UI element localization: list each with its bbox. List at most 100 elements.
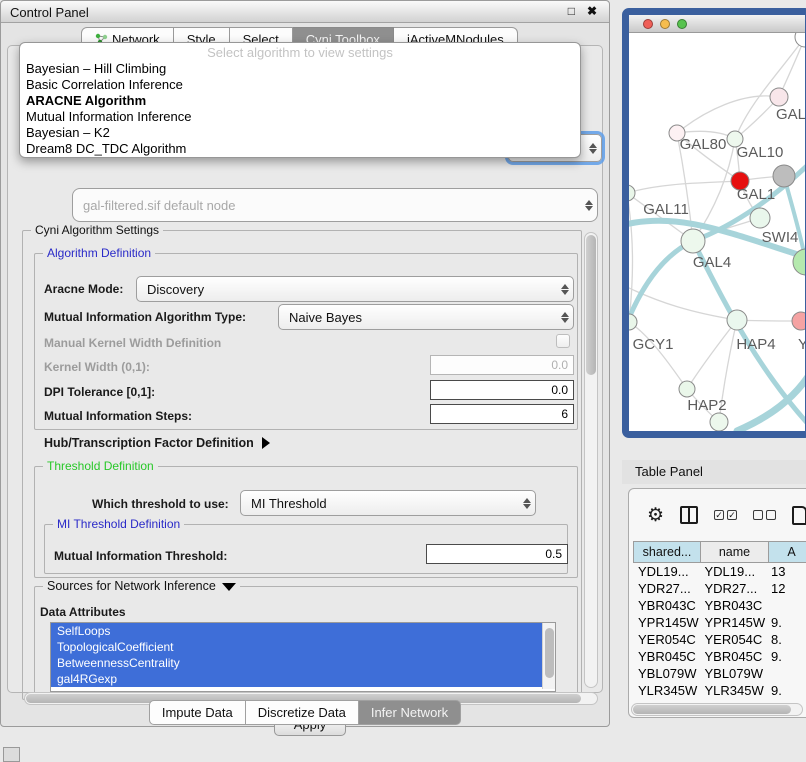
- table-row[interactable]: YDR27...YDR27...12: [633, 580, 806, 597]
- settings-vertical-scrollbar[interactable]: [584, 232, 598, 688]
- algorithm-option-aracne-algorithm[interactable]: ARACNE Algorithm: [20, 93, 580, 109]
- which-threshold-combobox[interactable]: MI Threshold: [240, 490, 536, 516]
- deselect-all-checkboxes-icon[interactable]: [753, 510, 776, 520]
- network-view-window: GALGAL80GAL10GAL1GAL11SWI4GAL4GCY1HAP4YH…: [622, 8, 806, 438]
- control-panel-titlebar: Control Panel □ ✖: [1, 1, 609, 23]
- table-header-row: shared...nameA: [633, 541, 806, 563]
- mi-steps-input[interactable]: [430, 404, 574, 424]
- node-label: GAL1: [737, 186, 775, 203]
- table-row[interactable]: YBL079WYBL079W: [633, 665, 806, 682]
- mi-threshold-definition-title: MI Threshold Definition: [53, 517, 184, 531]
- kernel-width-input[interactable]: [430, 355, 574, 375]
- aracne-mode-value: Discovery: [137, 282, 557, 297]
- algorithm-placeholder: Select algorithm to view settings: [20, 45, 580, 61]
- aracne-mode-label: Aracne Mode:: [44, 282, 123, 296]
- attribute-item-selfloops[interactable]: SelfLoops: [51, 623, 555, 639]
- algorithm-option-dream8-dc-tdc-algorithm[interactable]: Dream8 DC_TDC Algorithm: [20, 141, 580, 157]
- table-cell: 9.: [766, 682, 806, 699]
- dpi-tolerance-input[interactable]: [430, 380, 574, 400]
- mi-algorithm-type-combobox[interactable]: Naive Bayes: [278, 304, 574, 330]
- kernel-width-label: Kernel Width (0,1):: [44, 360, 150, 374]
- table-toolbar: ⚙ ✓✓: [629, 499, 806, 531]
- algorithm-option-basic-correlation-inference[interactable]: Basic Correlation Inference: [20, 77, 580, 93]
- bottom-tab-infer-network[interactable]: Infer Network: [359, 700, 461, 725]
- stepper-icon: [557, 305, 573, 329]
- sources-toggle[interactable]: Sources for Network Inference: [43, 579, 240, 593]
- bottom-tab-discretize-data[interactable]: Discretize Data: [246, 700, 359, 725]
- table-row[interactable]: YBR045CYBR045C9.: [633, 648, 806, 665]
- table-row[interactable]: YPR145WYPR145W9.: [633, 614, 806, 631]
- table-row[interactable]: YBR043CYBR043C: [633, 597, 806, 614]
- algorithm-option-bayesian-k2[interactable]: Bayesian – K2: [20, 125, 580, 141]
- network-node[interactable]: [795, 33, 805, 47]
- select-all-checkboxes-icon[interactable]: ✓✓: [714, 510, 737, 520]
- table-row[interactable]: YER054CYER054C8.: [633, 631, 806, 648]
- algorithm-option-bayesian-hill-climbing[interactable]: Bayesian – Hill Climbing: [20, 61, 580, 77]
- network-selection-combobox[interactable]: gal-filtered.sif default node: [72, 188, 598, 222]
- attribute-item-gal4rgexp[interactable]: gal4RGexp: [51, 671, 555, 687]
- attribute-item-topologicalcoefficient[interactable]: TopologicalCoefficient: [51, 639, 555, 655]
- gear-icon[interactable]: ⚙: [647, 506, 664, 525]
- column-header-name[interactable]: name: [701, 541, 769, 563]
- table-horizontal-scrollbar[interactable]: [631, 703, 803, 716]
- screen: Control Panel □ ✖ NetworkStyleSelectCyni…: [0, 0, 806, 762]
- list-scrollbar[interactable]: [542, 623, 555, 689]
- table-cell: YBR045C: [699, 648, 765, 665]
- float-window-icon[interactable]: □: [568, 4, 575, 18]
- algorithm-options-list: Bayesian – Hill ClimbingBasic Correlatio…: [20, 61, 580, 157]
- network-edge: [735, 37, 805, 139]
- hub-definition-toggle[interactable]: Hub/Transcription Factor Definition: [44, 436, 270, 450]
- control-panel-title: Control Panel: [10, 5, 89, 20]
- data-attributes-list[interactable]: SelfLoopsTopologicalCoefficientBetweenne…: [50, 622, 556, 692]
- expand-arrow-icon[interactable]: [262, 437, 270, 449]
- table-cell: YBL079W: [633, 665, 699, 682]
- table-cell: [766, 665, 806, 682]
- table-cell: YDR27...: [699, 580, 765, 597]
- corner-button[interactable]: [3, 747, 20, 762]
- column-header-shared[interactable]: shared...: [633, 541, 701, 563]
- close-traffic-light-icon[interactable]: [643, 19, 653, 29]
- network-canvas[interactable]: GALGAL80GAL10GAL1GAL11SWI4GAL4GCY1HAP4YH…: [629, 33, 805, 431]
- mi-algorithm-type-label: Mutual Information Algorithm Type:: [44, 310, 246, 324]
- algorithm-definition-title: Algorithm Definition: [43, 246, 155, 260]
- stepper-icon: [557, 277, 573, 301]
- collapse-arrow-icon[interactable]: [222, 583, 236, 591]
- column-header-a[interactable]: A: [769, 541, 806, 563]
- network-node[interactable]: [750, 208, 770, 228]
- manual-kernel-width-label: Manual Kernel Width Definition: [44, 336, 221, 350]
- stepper-icon: [519, 491, 535, 515]
- zoom-traffic-light-icon[interactable]: [677, 19, 687, 29]
- algorithm-option-mutual-information-inference[interactable]: Mutual Information Inference: [20, 109, 580, 125]
- minimize-traffic-light-icon[interactable]: [660, 19, 670, 29]
- table-cell: YBR045C: [633, 648, 699, 665]
- manual-kernel-width-checkbox[interactable]: [556, 334, 570, 348]
- node-label: GAL4: [693, 254, 731, 271]
- network-node[interactable]: [727, 310, 747, 330]
- aracne-mode-combobox[interactable]: Discovery: [136, 276, 574, 302]
- table-cell: 13: [766, 563, 806, 580]
- network-node[interactable]: [679, 381, 695, 397]
- table-row[interactable]: YLR345WYLR345W9.: [633, 682, 806, 699]
- cyni-algorithm-settings-title: Cyni Algorithm Settings: [31, 223, 163, 237]
- network-node[interactable]: [770, 88, 788, 106]
- sources-title: Sources for Network Inference: [47, 579, 216, 593]
- network-edge: [629, 193, 633, 322]
- mi-threshold-label: Mutual Information Threshold:: [54, 549, 227, 563]
- close-icon[interactable]: ✖: [587, 4, 597, 18]
- columns-icon[interactable]: [680, 506, 698, 524]
- node-label: GCY1: [633, 336, 674, 353]
- network-node[interactable]: [710, 413, 728, 431]
- mi-threshold-input[interactable]: [426, 544, 568, 564]
- network-graph[interactable]: GALGAL80GAL10GAL1GAL11SWI4GAL4GCY1HAP4YH…: [629, 33, 805, 431]
- network-node[interactable]: [792, 312, 805, 330]
- dpi-tolerance-label: DPI Tolerance [0,1]:: [44, 385, 155, 399]
- bottom-tab-impute-data[interactable]: Impute Data: [149, 700, 246, 725]
- bottom-tabbar: Impute DataDiscretize DataInfer Network: [1, 700, 609, 725]
- network-node[interactable]: [681, 229, 705, 253]
- attribute-item-betweennesscentrality[interactable]: BetweennessCentrality: [51, 655, 555, 671]
- new-table-icon[interactable]: [792, 506, 806, 525]
- table-row[interactable]: YDL19...YDL19...13: [633, 563, 806, 580]
- network-node[interactable]: [773, 165, 795, 187]
- which-threshold-label: Which threshold to use:: [92, 497, 229, 511]
- network-window-titlebar[interactable]: [629, 15, 805, 33]
